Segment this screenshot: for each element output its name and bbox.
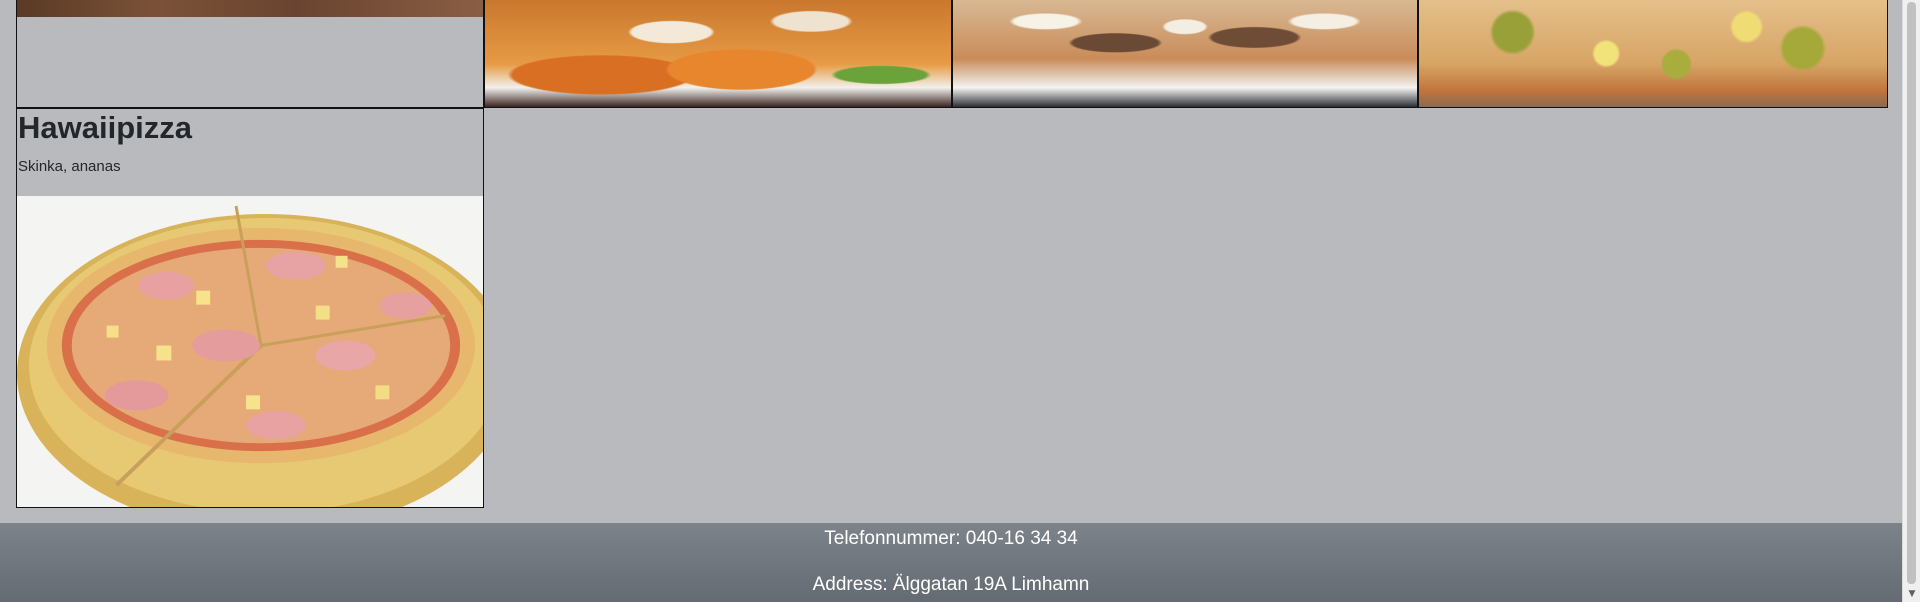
- menu-item-card: [484, 0, 952, 108]
- scroll-down-arrow-icon[interactable]: ▼: [1903, 586, 1920, 602]
- menu-item-image: [953, 0, 1417, 107]
- menu-item-card: [952, 0, 1418, 108]
- menu-grid: Hawaiipizza Skinka, ananas: [0, 0, 1902, 523]
- menu-item-description: Skinka, ananas: [18, 158, 121, 175]
- menu-item-image: [1419, 0, 1887, 107]
- menu-item-title: Hawaiipizza: [18, 110, 192, 145]
- footer-address: Address: Älggatan 19A Limhamn: [812, 574, 1090, 595]
- menu-item-card: [16, 0, 484, 108]
- menu-item-image: [17, 0, 483, 17]
- footer-phone: Telefonnummer: 040-16 34 34: [824, 528, 1078, 549]
- menu-item-card-hawaiipizza: Hawaiipizza Skinka, ananas: [16, 108, 484, 508]
- menu-item-image: [17, 196, 483, 507]
- menu-item-card: [1418, 0, 1888, 108]
- scrollbar-thumb[interactable]: [1907, 2, 1916, 584]
- vertical-scrollbar[interactable]: ▼: [1902, 0, 1920, 602]
- site-footer: Telefonnummer: 040-16 34 34 Address: Älg…: [0, 523, 1902, 602]
- pizza-illustration: [17, 196, 483, 507]
- menu-item-image: [485, 0, 951, 107]
